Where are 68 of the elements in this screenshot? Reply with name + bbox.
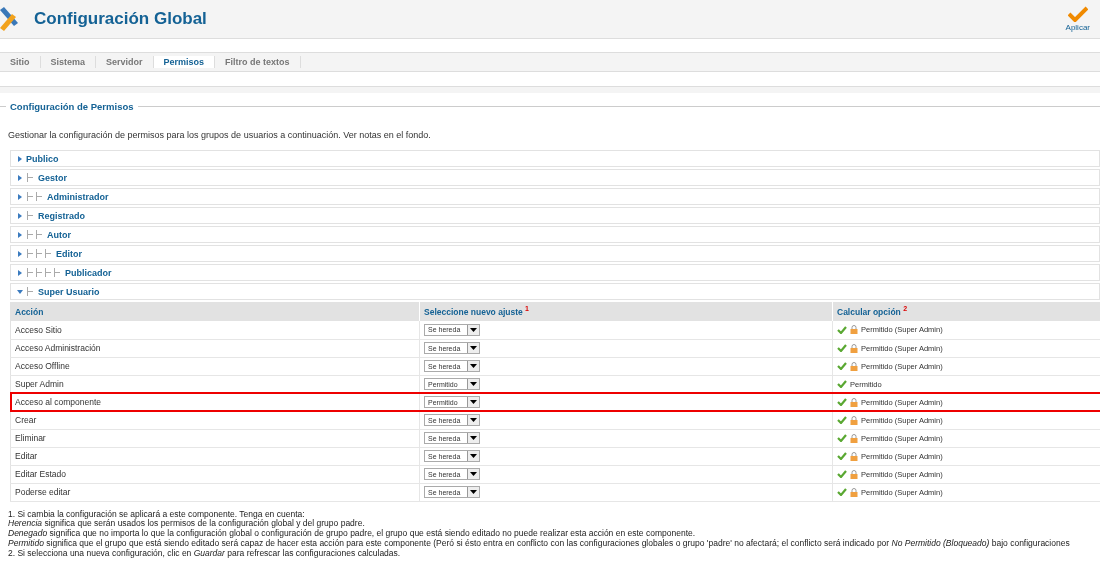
group-row[interactable]: Editor: [10, 245, 1100, 262]
tree-indent-icon: [26, 249, 53, 258]
group-row[interactable]: Autor: [10, 226, 1100, 243]
section-legend: Configuración de Permisos: [10, 101, 134, 112]
caret-right-icon[interactable]: [17, 231, 23, 238]
caret-right-icon[interactable]: [17, 174, 23, 181]
tree-indent-icon: [26, 211, 35, 220]
action-cell: Eliminar: [10, 429, 420, 447]
note-text: Permitido significa que el grupo que está siendo editado será capaz de hacer esta acción para este componente (Peró si ésto entra en conflicto con las configuraciones globales o grupo 'padre' no afectará; el conflicto será indicado por No Permitido (Bloqueado) bajo configuraciones: [8, 538, 1071, 549]
caret-down-icon[interactable]: [470, 454, 477, 458]
column-header: Seleccione nuevo ajuste $^{1}$: [419, 302, 833, 321]
caret-right-icon[interactable]: [17, 193, 23, 200]
tree-indent-icon: [26, 268, 62, 277]
caret-down-icon[interactable]: [470, 490, 477, 494]
caret-right-icon[interactable]: [17, 250, 23, 257]
caret-down-icon[interactable]: [470, 400, 477, 404]
caret-right-icon[interactable]: [17, 212, 23, 219]
caret-down-icon[interactable]: [470, 418, 477, 422]
checkmark-icon: [1067, 6, 1088, 22]
caret-down-icon[interactable]: [470, 382, 477, 386]
group-row[interactable]: Gestor: [10, 169, 1100, 186]
action-cell: Super Admin: [10, 375, 420, 393]
note-text: 1. Si cambia la configuración se aplicará a este componente. Tenga en cuenta:: [8, 509, 305, 520]
group-name: Super Usuario: [38, 286, 100, 297]
group-name: Publicador: [65, 267, 112, 278]
group-row[interactable]: Administrador: [10, 188, 1100, 205]
group-name: Registrado: [38, 210, 85, 221]
intro-text: Gestionar la configuración de permisos para los grupos de usuarios a continuación. Ver notas en el fondo.: [8, 130, 432, 140]
caret-down-icon[interactable]: [470, 364, 477, 368]
caret-down-icon[interactable]: [470, 436, 477, 440]
caret-down-icon[interactable]: [470, 327, 477, 332]
group-name: Publico: [26, 153, 59, 164]
apply-button[interactable]: Aplicar: [1065, 6, 1090, 32]
group-row[interactable]: Publicador: [10, 264, 1100, 281]
tree-indent-icon: [26, 287, 35, 296]
tab[interactable]: Filtro de textos: [215, 56, 301, 68]
group-row[interactable]: Publico: [10, 150, 1100, 167]
tree-indent-icon: [26, 192, 44, 201]
tree-indent-icon: [26, 230, 44, 239]
caret-down-icon[interactable]: [470, 346, 477, 350]
tree-indent-icon: [26, 173, 35, 182]
caret-right-icon[interactable]: [17, 269, 23, 276]
group-row[interactable]: Super Usuario: [10, 283, 1100, 300]
caret-down-icon[interactable]: [470, 472, 477, 476]
caret-right-icon[interactable]: [17, 155, 23, 162]
note-text: Denegado significa que no importa lo que la configuración global o configuración de grupo padre, el grupo que está siendo editado no puede realizar esta acción en este componente.: [8, 529, 697, 539]
group-name: Editor: [56, 248, 82, 259]
action-cell: Poderse editar: [10, 483, 420, 501]
tab[interactable]: Sitio: [0, 56, 41, 68]
group-row[interactable]: Registrado: [10, 207, 1100, 224]
action-cell: Acceso Administración: [10, 339, 420, 357]
action-cell: Editar Estado: [10, 465, 420, 483]
action-cell: Acceso Offline: [10, 357, 420, 375]
action-cell: Crear: [10, 411, 420, 429]
group-name: Administrador: [47, 191, 109, 202]
action-cell: Acceso Sitio: [10, 321, 420, 339]
tab[interactable]: Permisos: [153, 56, 216, 68]
note-text: 2. Si selecciona una nueva configuración, clic en Guardar para refrescar las configuraciones calculadas.: [8, 548, 401, 559]
note-text: Herencia significa que serán usados los permisos de la configuración global y del grupo padre.: [8, 519, 365, 530]
page-title: Configuración Global: [34, 9, 207, 29]
group-name: Autor: [47, 229, 71, 240]
tab[interactable]: Sistema: [40, 56, 97, 68]
tab[interactable]: Servidor: [96, 56, 154, 68]
group-name: Gestor: [38, 172, 67, 183]
action-cell: Acceso al componente: [10, 393, 420, 411]
action-cell: Editar: [10, 447, 420, 465]
column-header: Calcular opción $^{2}$: [832, 302, 1100, 321]
column-header: Acción: [10, 302, 420, 321]
